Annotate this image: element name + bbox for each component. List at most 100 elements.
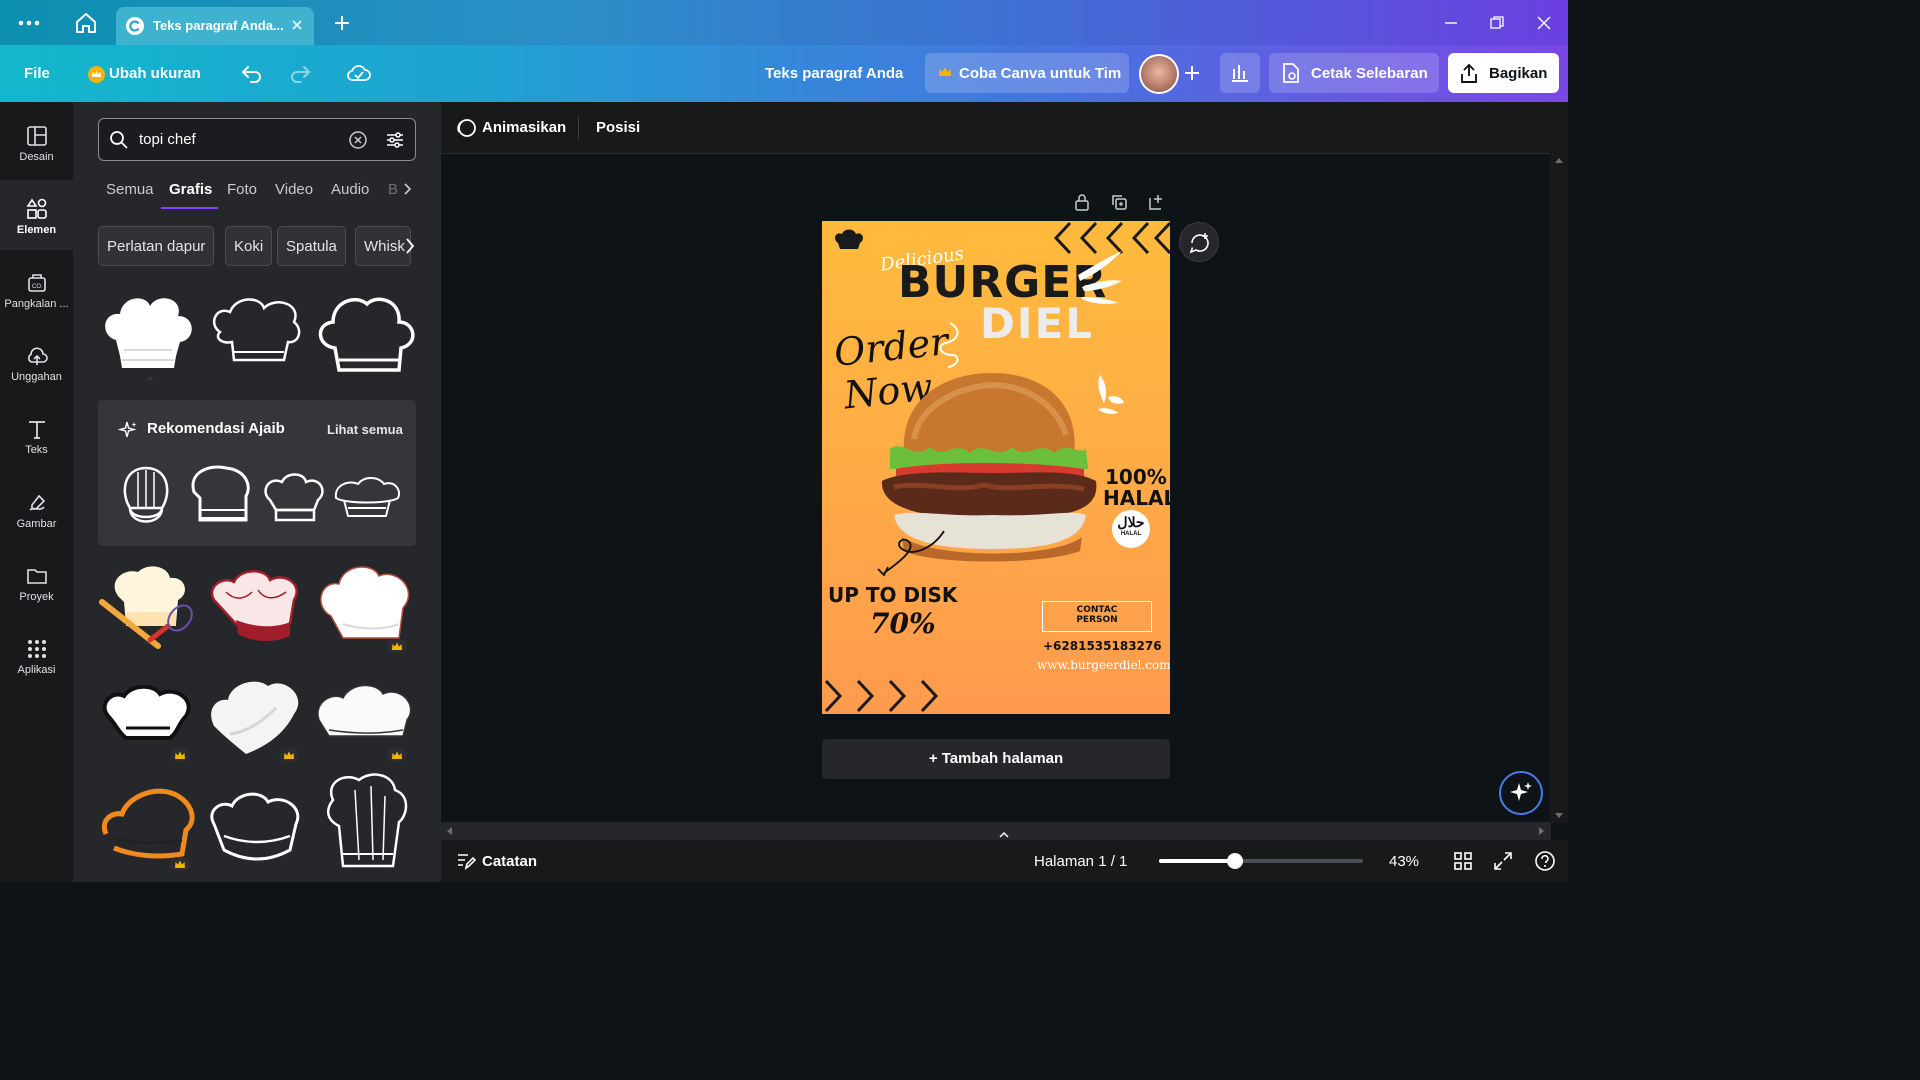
magic-assistant-button[interactable] bbox=[1499, 771, 1543, 815]
home-icon[interactable] bbox=[74, 12, 98, 34]
tab-grafis[interactable]: Grafis bbox=[169, 181, 212, 198]
tab-more[interactable]: B bbox=[388, 181, 398, 198]
cloud-saved-icon[interactable] bbox=[346, 61, 372, 85]
brand-kit-icon: CO. bbox=[28, 274, 46, 292]
rail-item-gambar[interactable]: Gambar bbox=[0, 474, 73, 544]
arrow-doodle-icon bbox=[874, 527, 946, 577]
new-tab-icon[interactable] bbox=[332, 13, 352, 33]
grid-view-icon[interactable] bbox=[1453, 851, 1473, 871]
restore-icon[interactable] bbox=[1488, 14, 1506, 32]
chef-hat-graphic-1[interactable] bbox=[98, 290, 198, 380]
zoom-slider-thumb[interactable] bbox=[1227, 853, 1243, 869]
cloud-upload-icon bbox=[28, 347, 48, 365]
context-toolbar: Animasikan Posisi bbox=[441, 102, 1568, 154]
zoom-percentage[interactable]: 43% bbox=[1389, 853, 1419, 870]
tab-semua[interactable]: Semua bbox=[106, 181, 154, 198]
page-indicator[interactable]: Halaman 1 / 1 bbox=[1034, 853, 1127, 870]
rail-label: Aplikasi bbox=[17, 664, 56, 676]
poster-web: www.burgeerdiel.com bbox=[1037, 658, 1170, 672]
active-tab-underline bbox=[161, 207, 218, 209]
comment-add-icon[interactable] bbox=[1179, 222, 1219, 262]
reco-hat-1[interactable] bbox=[116, 462, 176, 532]
minimize-icon[interactable] bbox=[1442, 14, 1460, 32]
print-flyer-button[interactable]: Cetak Selebaran bbox=[1269, 53, 1439, 93]
avatar[interactable] bbox=[1139, 54, 1179, 94]
document-tab[interactable]: Teks paragraf Anda... bbox=[116, 7, 314, 45]
see-all-link[interactable]: Lihat semua bbox=[327, 422, 403, 437]
tab-video[interactable]: Video bbox=[275, 181, 313, 198]
tab-audio[interactable]: Audio bbox=[331, 181, 369, 198]
search-input[interactable]: topi chef bbox=[139, 131, 196, 148]
notes-button[interactable]: Catatan bbox=[482, 853, 537, 870]
chevron-pattern-bottom bbox=[822, 679, 952, 714]
undo-icon[interactable] bbox=[240, 61, 264, 85]
position-button[interactable]: Posisi bbox=[596, 119, 640, 136]
animate-button[interactable]: Animasikan bbox=[482, 119, 566, 136]
add-member-icon[interactable] bbox=[1181, 62, 1203, 84]
add-page-icon[interactable] bbox=[1147, 193, 1165, 211]
reco-hat-2[interactable] bbox=[186, 462, 256, 532]
canva-logo-icon bbox=[126, 17, 144, 35]
rail-item-brand[interactable]: CO. Pangkalan ... bbox=[0, 254, 73, 324]
close-tab-icon[interactable] bbox=[290, 18, 304, 32]
help-icon[interactable] bbox=[1534, 850, 1556, 872]
chef-hat-red-sketch[interactable] bbox=[206, 562, 306, 652]
filter-icon[interactable] bbox=[385, 130, 405, 150]
animate-icon bbox=[455, 117, 477, 139]
resize-button[interactable]: Ubah ukuran bbox=[109, 65, 201, 82]
premium-crown-icon bbox=[387, 639, 407, 653]
design-page-poster[interactable]: Delicious BURGER DIEL Order Now 100% HAL… bbox=[822, 221, 1170, 714]
chip-scroll-right-icon[interactable] bbox=[403, 234, 417, 258]
lock-icon[interactable] bbox=[1073, 193, 1091, 211]
chef-hat-with-tools[interactable] bbox=[98, 562, 198, 652]
poster-halal: HALAL bbox=[1103, 486, 1170, 510]
tab-foto[interactable]: Foto bbox=[227, 181, 257, 198]
share-button[interactable]: Bagikan bbox=[1448, 53, 1559, 93]
chef-hat-logo-icon bbox=[832, 229, 866, 253]
chip-koki[interactable]: Koki bbox=[225, 226, 273, 266]
tab-title: Teks paragraf Anda... bbox=[153, 18, 284, 33]
insights-button[interactable] bbox=[1220, 53, 1260, 93]
crown-icon bbox=[88, 66, 105, 83]
chef-hat-graphic-3[interactable] bbox=[315, 290, 415, 380]
reco-hat-3[interactable] bbox=[260, 472, 328, 528]
rail-item-unggahan[interactable]: Unggahan bbox=[0, 327, 73, 397]
chip-spatula[interactable]: Spatula bbox=[277, 226, 346, 266]
zoom-slider[interactable] bbox=[1159, 853, 1363, 869]
duplicate-page-icon[interactable] bbox=[1110, 193, 1128, 211]
rail-item-aplikasi[interactable]: Aplikasi bbox=[0, 620, 73, 690]
reco-hat-4[interactable] bbox=[332, 474, 402, 524]
poster-promo-pct: 70% bbox=[870, 607, 936, 640]
chef-hat-tall[interactable] bbox=[315, 770, 415, 868]
bottom-bar: Catatan Halaman 1 / 1 43% bbox=[441, 840, 1568, 882]
rail-label: Unggahan bbox=[11, 371, 62, 383]
rail-item-teks[interactable]: Teks bbox=[0, 400, 73, 470]
halal-badge-arabic: حلال bbox=[1117, 514, 1145, 530]
squiggle-icon bbox=[930, 321, 966, 371]
magic-recommendations: Rekomendasi Ajaib Lihat semua bbox=[98, 400, 416, 546]
try-team-button[interactable]: Coba Canva untuk Tim bbox=[925, 53, 1129, 93]
halal-badge-icon: حلال HALAL bbox=[1112, 510, 1150, 548]
more-menu-icon[interactable] bbox=[16, 12, 42, 34]
redo-icon[interactable] bbox=[288, 61, 312, 85]
rail-item-elemen[interactable]: Elemen bbox=[0, 180, 73, 250]
vertical-scrollbar[interactable] bbox=[1550, 153, 1568, 823]
close-window-icon[interactable] bbox=[1535, 14, 1553, 32]
chip-perlatan-dapur[interactable]: Perlatan dapur bbox=[98, 226, 215, 266]
chef-hat-outline-4[interactable] bbox=[206, 782, 306, 872]
search-box[interactable]: topi chef bbox=[98, 118, 416, 161]
chef-hat-graphic-2[interactable] bbox=[206, 290, 306, 380]
document-title[interactable]: Teks paragraf Anda bbox=[765, 65, 903, 82]
rail-item-proyek[interactable]: Proyek bbox=[0, 547, 73, 617]
left-rail: Desain Elemen CO. Pangkalan ... Unggahan… bbox=[0, 102, 73, 882]
fullscreen-icon[interactable] bbox=[1493, 851, 1513, 871]
add-page-button[interactable]: + Tambah halaman bbox=[822, 739, 1170, 779]
rail-item-desain[interactable]: Desain bbox=[0, 107, 73, 177]
file-menu[interactable]: File bbox=[24, 65, 50, 82]
clear-search-icon[interactable] bbox=[349, 131, 367, 149]
rail-label: Teks bbox=[25, 444, 48, 456]
sparkle-icon bbox=[118, 420, 138, 440]
draw-icon bbox=[29, 494, 46, 511]
poster-promo: UP TO DISK bbox=[828, 583, 958, 607]
chevron-right-icon[interactable] bbox=[401, 182, 413, 196]
